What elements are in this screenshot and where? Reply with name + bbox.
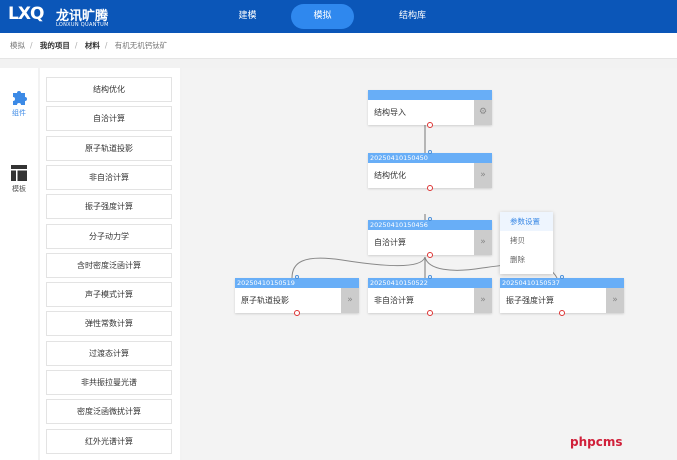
input-port[interactable] <box>428 217 432 221</box>
output-port[interactable] <box>427 252 433 258</box>
expand-icon[interactable]: » <box>474 163 492 188</box>
expand-icon[interactable]: » <box>341 288 359 313</box>
workflow-node[interactable]: 20250410150450 结构优化 » <box>368 153 492 188</box>
gear-icon[interactable]: ⚙ <box>474 100 492 125</box>
input-port[interactable] <box>428 150 432 154</box>
workflow-node[interactable]: 20250410150456 自洽计算 » <box>368 220 492 255</box>
logo-subtext: LONXUN QUANTUM <box>56 22 109 28</box>
node-label: 自洽计算 <box>374 238 406 247</box>
expand-icon[interactable]: » <box>474 288 492 313</box>
breadcrumb-item[interactable]: 模拟 <box>10 41 25 50</box>
workflow-node[interactable]: 结构导入 ⚙ <box>368 90 492 125</box>
logo-mark: LXQ <box>8 4 44 24</box>
output-port[interactable] <box>427 310 433 316</box>
component-item[interactable]: 弹性常数计算 <box>46 311 172 337</box>
input-port[interactable] <box>560 275 564 279</box>
top-header: LXQ 龙讯旷腾 LONXUN QUANTUM 建模 模拟 结构库 <box>0 0 677 33</box>
tab-components[interactable]: 组件 <box>0 88 38 118</box>
node-label: 结构导入 <box>374 108 406 117</box>
component-item[interactable]: 结构优化 <box>46 77 172 102</box>
node-id: 20250410150537 <box>500 278 624 288</box>
component-item[interactable]: 红外光谱计算 <box>46 428 172 454</box>
node-id: 20250410150456 <box>368 220 492 230</box>
menu-item-parameters[interactable]: 参数设置 <box>500 212 553 231</box>
expand-icon[interactable]: » <box>606 288 624 313</box>
input-port[interactable] <box>295 275 299 279</box>
expand-icon[interactable]: » <box>474 230 492 255</box>
workflow-node[interactable]: 20250410150522 非自洽计算 » <box>368 278 492 313</box>
component-item[interactable]: 含时密度泛函计算 <box>46 252 172 278</box>
watermark: phpcms <box>570 435 623 449</box>
node-id: 20250410150450 <box>368 153 492 163</box>
component-item[interactable]: 过渡态计算 <box>46 340 172 366</box>
output-port[interactable] <box>427 185 433 191</box>
component-item[interactable]: 振子强度计算 <box>46 194 172 220</box>
menu-item-delete[interactable]: 删除 <box>500 250 553 269</box>
node-id: 20250410150522 <box>368 278 492 288</box>
node-label: 结构优化 <box>374 171 406 180</box>
nav-modeling[interactable]: 建模 <box>225 4 270 29</box>
component-item[interactable]: 原子轨道投影 <box>46 135 172 161</box>
nav-structure-library[interactable]: 结构库 <box>390 4 435 29</box>
nav-simulation[interactable]: 模拟 <box>291 4 354 29</box>
context-menu: 参数设置 拷贝 删除 <box>500 212 553 274</box>
node-label: 非自洽计算 <box>374 296 414 305</box>
workflow-node[interactable]: 20250410150519 原子轨道投影 » <box>235 278 359 313</box>
tab-label: 模板 <box>12 185 26 193</box>
breadcrumb-item: 有机无机钙钛矿 <box>114 41 168 50</box>
input-port[interactable] <box>428 275 432 279</box>
node-id <box>368 90 492 100</box>
breadcrumb-item[interactable]: 材料 <box>85 41 100 50</box>
sidebar-tabs: 组件 模板 <box>0 68 38 460</box>
component-item[interactable]: 非共振拉曼光谱 <box>46 370 172 395</box>
menu-item-copy[interactable]: 拷贝 <box>500 231 553 250</box>
component-list: 结构优化自洽计算原子轨道投影 非自洽计算振子强度计算 分子动力学含时密度泛函计算 声子… <box>40 68 180 460</box>
component-item[interactable]: 密度泛函微扰计算 <box>46 399 172 425</box>
puzzle-icon <box>13 91 27 105</box>
component-item[interactable]: 非自洽计算 <box>46 164 172 190</box>
component-item[interactable]: 自洽计算 <box>46 106 172 132</box>
tab-templates[interactable]: 模板 <box>0 164 38 194</box>
breadcrumb-item[interactable]: 我的项目 <box>40 41 70 50</box>
output-port[interactable] <box>294 310 300 316</box>
tab-label: 组件 <box>12 109 26 117</box>
component-item[interactable]: 声子模式计算 <box>46 282 172 308</box>
node-label: 振子强度计算 <box>506 296 554 305</box>
edge <box>291 256 426 279</box>
component-item[interactable]: 分子动力学 <box>46 223 172 249</box>
workflow-node[interactable]: 20250410150537 振子强度计算 » <box>500 278 624 313</box>
node-id: 20250410150519 <box>235 278 359 288</box>
output-port[interactable] <box>559 310 565 316</box>
layout-icon <box>11 165 27 181</box>
breadcrumb: 模拟 / 我的项目 / 材料 / 有机无机钙钛矿 <box>0 33 677 59</box>
node-label: 原子轨道投影 <box>241 296 289 305</box>
output-port[interactable] <box>427 122 433 128</box>
